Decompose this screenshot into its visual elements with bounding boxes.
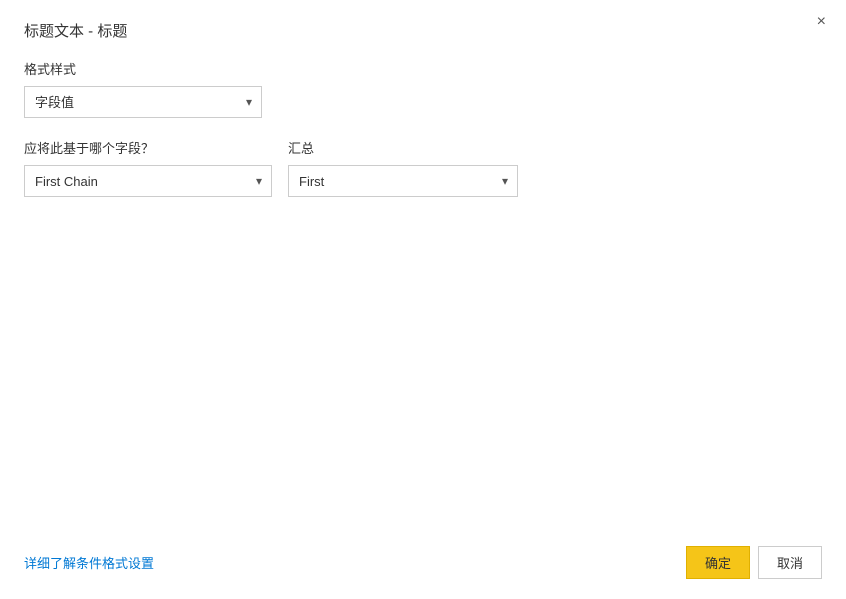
format-style-section: 格式样式 字段值 文本 数字 百分比 [24, 59, 822, 118]
confirm-button[interactable]: 确定 [686, 546, 750, 579]
field-based-on-select-wrapper: First Chain Second Chain Third Chain [24, 165, 272, 197]
field-based-on-group: 应将此基于哪个字段？ First Chain Second Chain Thir… [24, 138, 272, 197]
summary-group: 汇总 First Last Sum Average Count [288, 138, 518, 197]
cancel-button[interactable]: 取消 [758, 546, 822, 579]
close-button[interactable]: × [811, 10, 832, 34]
field-row: 应将此基于哪个字段？ First Chain Second Chain Thir… [24, 138, 822, 197]
footer-buttons: 确定 取消 [686, 546, 822, 579]
dialog-container: × 标题文本 - 标题 格式样式 字段值 文本 数字 百分比 应将此基于哪个字段… [0, 0, 846, 599]
format-style-select[interactable]: 字段值 文本 数字 百分比 [24, 86, 262, 118]
field-based-on-label: 应将此基于哪个字段？ [24, 138, 272, 157]
dialog-footer: 详细了解条件格式设置 确定 取消 [24, 546, 822, 579]
summary-select-wrapper: First Last Sum Average Count [288, 165, 518, 197]
format-style-label: 格式样式 [24, 59, 822, 78]
format-style-select-wrapper: 字段值 文本 数字 百分比 [24, 86, 262, 118]
field-based-on-select[interactable]: First Chain Second Chain Third Chain [24, 165, 272, 197]
summary-select[interactable]: First Last Sum Average Count [288, 165, 518, 197]
dialog-title: 标题文本 - 标题 [24, 20, 822, 41]
summary-label: 汇总 [288, 138, 518, 157]
learn-more-link[interactable]: 详细了解条件格式设置 [24, 553, 154, 572]
